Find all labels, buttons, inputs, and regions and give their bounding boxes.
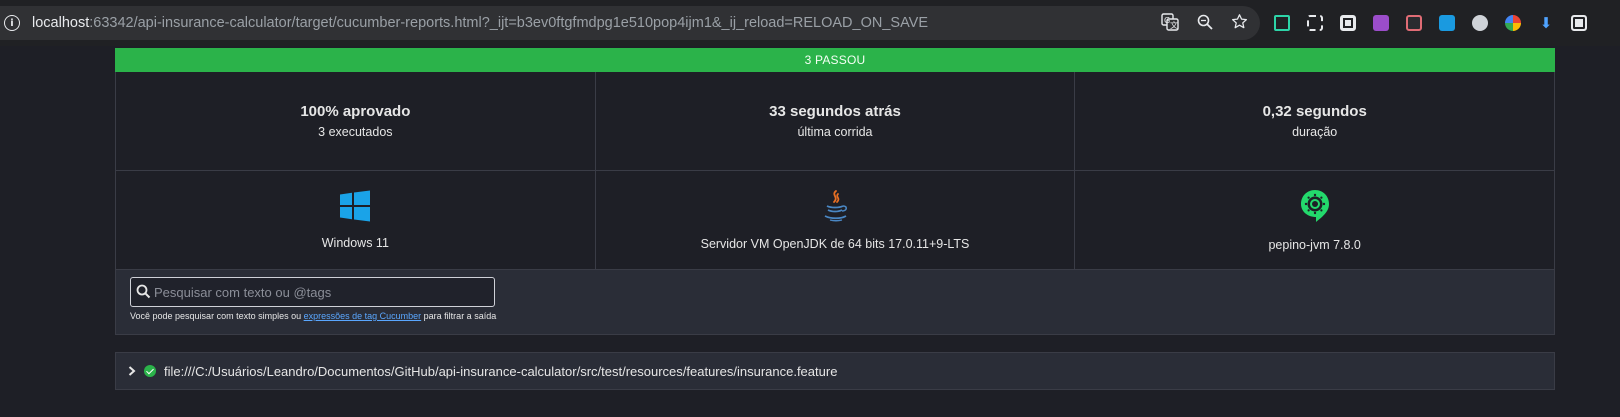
windows-icon	[340, 190, 371, 222]
search-input[interactable]	[152, 284, 484, 300]
summary-label: 3 executados	[318, 125, 393, 139]
browser-toolbar: i localhost:63342/api-insurance-calculat…	[0, 0, 1620, 46]
ext-8-icon[interactable]	[1505, 15, 1521, 31]
cucumber-icon	[1300, 190, 1329, 222]
env-label: Servidor VM OpenJDK de 64 bits 17.0.11+9…	[700, 237, 970, 251]
bookmark-star-icon[interactable]	[1231, 13, 1248, 33]
env-cell-runtime: Servidor VM OpenJDK de 64 bits 17.0.11+9…	[594, 171, 1075, 269]
summary-value: 0,32 segundos	[1262, 103, 1367, 120]
search-help-suffix: para filtrar a saída	[421, 311, 497, 321]
summary-value: 33 segundos atrás	[769, 103, 901, 120]
zoom-icon[interactable]	[1197, 14, 1213, 33]
download-icon[interactable]: ⬇	[1538, 15, 1554, 31]
tag-expressions-link[interactable]: expressões de tag Cucumber	[304, 311, 422, 321]
svg-text:文: 文	[1170, 20, 1178, 30]
search-help-prefix: Você pode pesquisar com texto simples ou	[130, 311, 304, 321]
summary-cell-duration: 0,32 segundos duração	[1074, 72, 1554, 170]
java-icon	[824, 190, 848, 222]
ext-2-icon[interactable]	[1307, 15, 1323, 31]
translate-icon[interactable]: G文	[1161, 12, 1179, 34]
feature-path[interactable]: file:///C:/Usuários/Leandro/Documentos/G…	[164, 364, 837, 379]
summary-row: 100% aprovado 3 executados 33 segundos a…	[116, 72, 1554, 170]
summary-cell-pass-rate: 100% aprovado 3 executados	[116, 72, 595, 170]
search-box[interactable]	[130, 277, 495, 307]
status-banner: 3 PASSOU	[115, 48, 1555, 72]
ext-3-icon[interactable]	[1340, 15, 1356, 31]
url-host: localhost	[32, 15, 90, 31]
report-summary-grid: 100% aprovado 3 executados 33 segundos a…	[115, 72, 1555, 270]
summary-label: última corrida	[797, 125, 873, 139]
passed-check-icon	[144, 365, 156, 377]
ext-5-icon[interactable]	[1406, 15, 1422, 31]
search-help-text: Você pode pesquisar com texto simples ou…	[130, 311, 496, 321]
site-info-icon[interactable]: i	[4, 15, 20, 31]
env-cell-framework: pepino-jvm 7.8.0	[1074, 171, 1554, 269]
url-path: :63342/api-insurance-calculator/target/c…	[89, 15, 929, 31]
feature-row[interactable]: file:///C:/Usuários/Leandro/Documentos/G…	[115, 352, 1555, 390]
environment-row: Windows 11 Servidor VM OpenJDK de 64 bit…	[116, 170, 1554, 269]
report-container: 3 PASSOU 100% aprovado 3 executados 33 s…	[115, 48, 1555, 335]
summary-value: 100% aprovado	[300, 103, 411, 120]
env-label: Windows 11	[321, 236, 389, 250]
search-icon	[136, 284, 151, 299]
env-cell-os: Windows 11	[116, 171, 595, 269]
summary-label: duração	[1292, 125, 1338, 139]
search-panel: Você pode pesquisar com texto simples ou…	[115, 270, 1555, 335]
ext-1-icon[interactable]	[1274, 15, 1290, 31]
ext-10-icon[interactable]	[1571, 15, 1587, 31]
chevron-right-icon[interactable]	[128, 366, 136, 376]
ext-4-icon[interactable]	[1373, 15, 1389, 31]
ext-7-icon[interactable]	[1472, 15, 1488, 31]
address-bar[interactable]: i localhost:63342/api-insurance-calculat…	[0, 6, 1260, 40]
url-text[interactable]: localhost:63342/api-insurance-calculator…	[32, 15, 928, 31]
env-label: pepino-jvm 7.8.0	[1268, 238, 1361, 252]
address-bar-actions: G文	[1161, 6, 1248, 40]
ext-6-icon[interactable]	[1439, 15, 1455, 31]
extensions-bar: ⬇	[1274, 0, 1587, 46]
summary-cell-last-run: 33 segundos atrás última corrida	[594, 72, 1075, 170]
